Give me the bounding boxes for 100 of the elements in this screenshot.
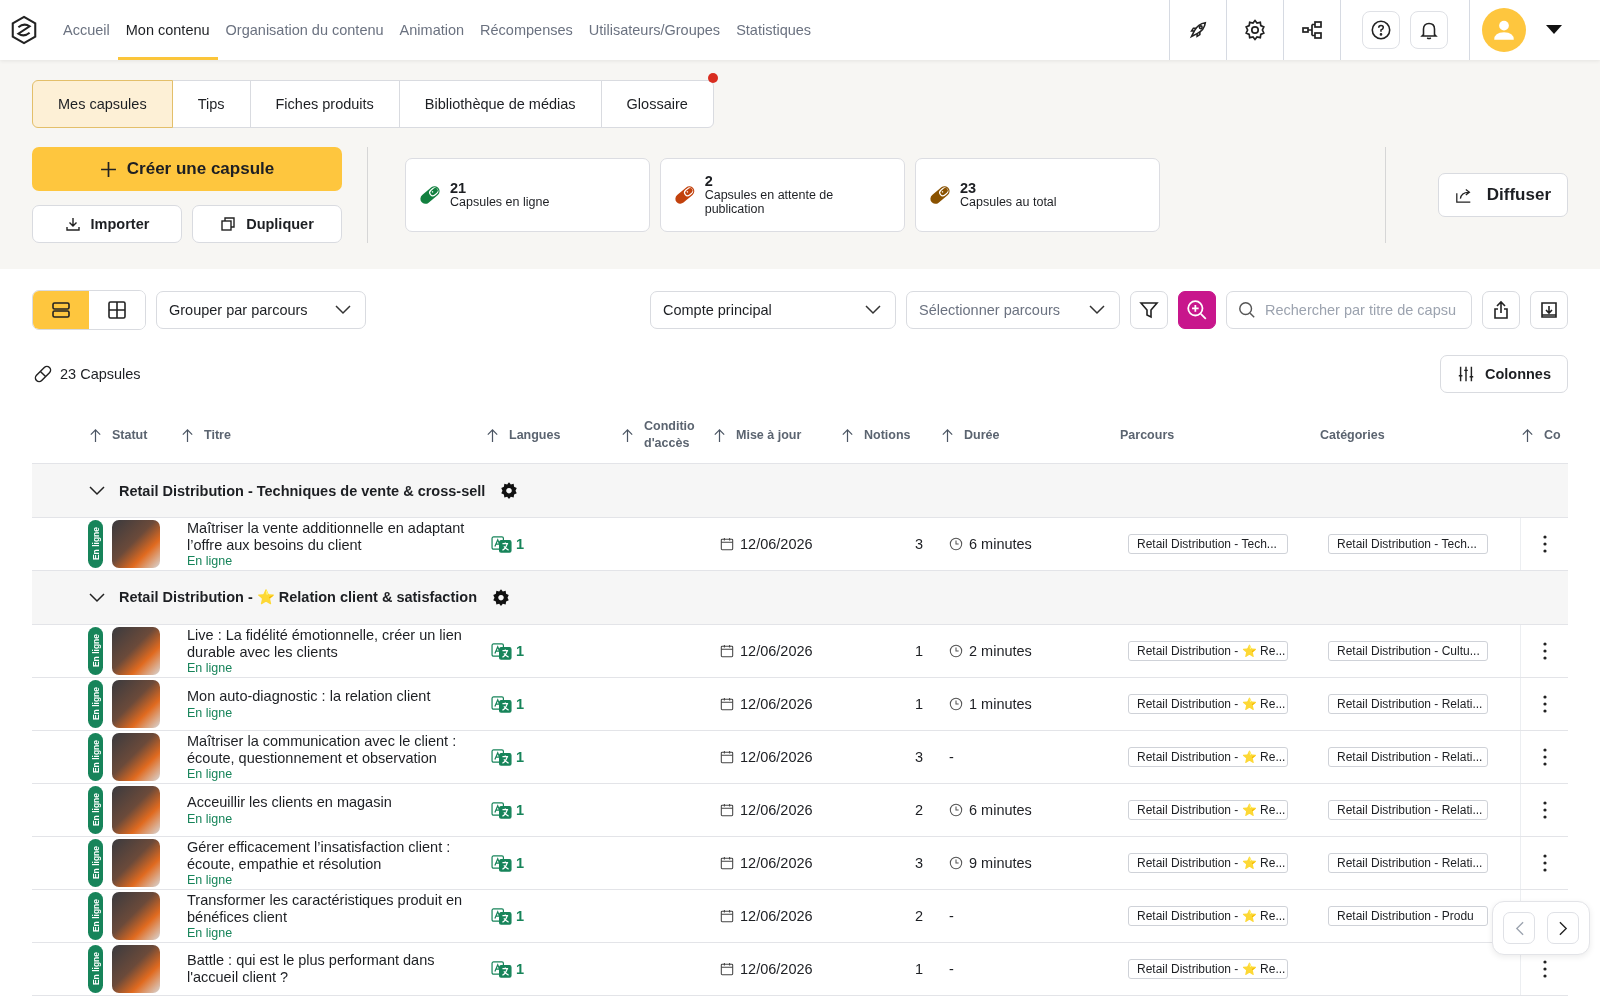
language-count: 1 bbox=[516, 855, 525, 871]
capsule-title[interactable]: Maîtriser la vente additionnelle en adaptant l’offre aux besoins du client bbox=[187, 519, 472, 554]
column-header[interactable]: Statut bbox=[112, 428, 148, 442]
notions-count: 1 bbox=[914, 696, 923, 712]
notions-count: 3 bbox=[914, 536, 923, 552]
sort-arrow-icon[interactable] bbox=[840, 427, 855, 443]
notions-count: 3 bbox=[914, 749, 923, 765]
notions-count: 3 bbox=[914, 855, 923, 871]
notions-count: 1 bbox=[914, 643, 923, 659]
more-icon[interactable] bbox=[1542, 535, 1547, 553]
capsule-title[interactable]: Battle : qui est le plus performant dans l'accueil client ? bbox=[187, 952, 472, 986]
tab[interactable]: Tips bbox=[171, 80, 251, 128]
more-icon[interactable] bbox=[1542, 695, 1547, 713]
parcours-dropdown[interactable]: Sélectionner parcours bbox=[906, 291, 1120, 329]
duplicate-button[interactable]: Dupliquer bbox=[192, 205, 342, 243]
nav-link[interactable]: Récompenses bbox=[472, 0, 581, 60]
notions-count: 2 bbox=[914, 802, 923, 818]
stat-label: Capsules en ligne bbox=[450, 196, 550, 210]
caret-icon[interactable] bbox=[1546, 25, 1562, 35]
duration-text: - bbox=[949, 908, 954, 924]
share-button[interactable]: Diffuser bbox=[1437, 173, 1568, 217]
translate-icon bbox=[491, 907, 512, 925]
group-by-dropdown[interactable]: Grouper par parcours bbox=[156, 291, 366, 329]
stat-label: Capsules au total bbox=[960, 196, 1057, 210]
chevron-down-icon[interactable] bbox=[89, 485, 105, 496]
more-icon[interactable] bbox=[1542, 642, 1547, 660]
capsule-title[interactable]: Mon auto-diagnostic : la relation client bbox=[187, 688, 472, 705]
hierarchy-icon[interactable] bbox=[1300, 18, 1324, 42]
sort-arrow-icon[interactable] bbox=[620, 427, 635, 443]
rocket-icon[interactable] bbox=[1187, 19, 1209, 41]
nav-link[interactable]: Organisation du contenu bbox=[217, 0, 392, 60]
filter-button[interactable] bbox=[1130, 291, 1168, 329]
translate-icon bbox=[491, 695, 512, 713]
next-button[interactable] bbox=[1547, 912, 1579, 944]
zoom-in-button[interactable] bbox=[1178, 291, 1216, 329]
sort-arrow-icon[interactable] bbox=[1520, 427, 1535, 443]
logo-icon[interactable] bbox=[9, 14, 39, 46]
column-header[interactable]: Mise à jour bbox=[736, 428, 802, 442]
sort-arrow-icon[interactable] bbox=[180, 427, 195, 443]
nav-link[interactable]: Animation bbox=[391, 0, 473, 60]
more-icon[interactable] bbox=[1542, 748, 1547, 766]
account-dropdown[interactable]: Compte principal bbox=[650, 291, 896, 329]
column-header[interactable]: Langues bbox=[509, 428, 561, 442]
status-text: En ligne bbox=[187, 926, 234, 941]
capsule-title[interactable]: Acceuillir les clients en magasin bbox=[187, 794, 472, 811]
column-header[interactable]: Notions bbox=[864, 428, 911, 442]
sort-arrow-icon[interactable] bbox=[485, 427, 500, 443]
nav-link[interactable]: Statistiques bbox=[728, 0, 820, 60]
create-capsule-button[interactable]: Créer une capsule bbox=[32, 147, 342, 191]
download-icon bbox=[64, 216, 81, 232]
column-header[interactable]: Catégories bbox=[1320, 428, 1385, 442]
settings-icon[interactable] bbox=[1243, 18, 1267, 42]
nav-link[interactable]: Utilisateurs/Groupes bbox=[580, 0, 729, 60]
chevron-down-icon bbox=[865, 305, 881, 315]
stat-label: Capsules en attente de publication bbox=[704, 189, 835, 216]
calendar-icon bbox=[720, 962, 734, 976]
filter-icon bbox=[1139, 300, 1159, 320]
notifications-button[interactable] bbox=[1410, 11, 1448, 49]
parcours-tag: Retail Distribution - ⭐ Re... bbox=[1128, 906, 1288, 926]
more-icon[interactable] bbox=[1542, 801, 1547, 819]
category-tag: Retail Distribution - Tech... bbox=[1328, 534, 1488, 554]
status-text: En ligne bbox=[187, 554, 234, 569]
column-header[interactable]: Durée bbox=[964, 428, 1000, 442]
calendar-icon bbox=[720, 750, 734, 764]
language-count: 1 bbox=[516, 908, 525, 924]
status-badge: En ligne bbox=[88, 733, 103, 781]
calendar-icon bbox=[720, 803, 734, 817]
tab[interactable]: Mes capsules bbox=[32, 80, 173, 128]
settings-icon[interactable] bbox=[491, 587, 511, 608]
capsule-title[interactable]: Gérer efficacement l’insatisfaction client : écoute, empathie et résolution bbox=[187, 838, 472, 873]
chevron-down-icon[interactable] bbox=[89, 592, 105, 603]
download-button[interactable] bbox=[1530, 291, 1568, 329]
import-button[interactable]: Importer bbox=[32, 205, 182, 243]
column-header[interactable]: Parcours bbox=[1120, 428, 1175, 442]
status-badge: En ligne bbox=[88, 945, 103, 993]
sliders-icon bbox=[1456, 365, 1475, 383]
column-header[interactable]: Co bbox=[1544, 428, 1561, 442]
tab[interactable]: Bibliothèque de médias bbox=[398, 80, 602, 128]
tab[interactable]: Glossaire bbox=[600, 80, 714, 128]
sort-arrow-icon[interactable] bbox=[88, 427, 103, 443]
capsule-title[interactable]: Maîtriser la communication avec le client : écoute, questionnement et observation bbox=[187, 732, 472, 767]
status-badge: En ligne bbox=[88, 839, 103, 887]
search-field[interactable]: Rechercher par titre de capsu bbox=[1226, 291, 1472, 329]
list-view-button[interactable] bbox=[33, 291, 89, 329]
tab[interactable]: Fiches produits bbox=[249, 80, 400, 128]
help-button[interactable] bbox=[1362, 11, 1400, 49]
more-icon[interactable] bbox=[1542, 854, 1547, 872]
more-icon[interactable] bbox=[1542, 960, 1547, 978]
language-count: 1 bbox=[516, 696, 525, 712]
column-header[interactable]: Conditio d'accès bbox=[644, 417, 696, 453]
nav-link[interactable]: Accueil bbox=[55, 0, 118, 60]
export-button[interactable] bbox=[1482, 291, 1520, 329]
pill-outline-icon bbox=[32, 363, 54, 385]
parcours-tag: Retail Distribution - ⭐ Re... bbox=[1128, 747, 1288, 767]
columns-button[interactable]: Colonnes bbox=[1439, 355, 1568, 393]
capsule-title[interactable]: Transformer les caractéristiques produit en bénéfices client bbox=[187, 891, 472, 926]
sort-arrow-icon[interactable] bbox=[940, 427, 955, 443]
sort-arrow-icon[interactable] bbox=[712, 427, 727, 443]
column-header[interactable]: Titre bbox=[204, 428, 231, 442]
capsule-title[interactable]: Live : La fidélité émotionnelle, créer un lien durable avec les clients bbox=[187, 626, 472, 661]
